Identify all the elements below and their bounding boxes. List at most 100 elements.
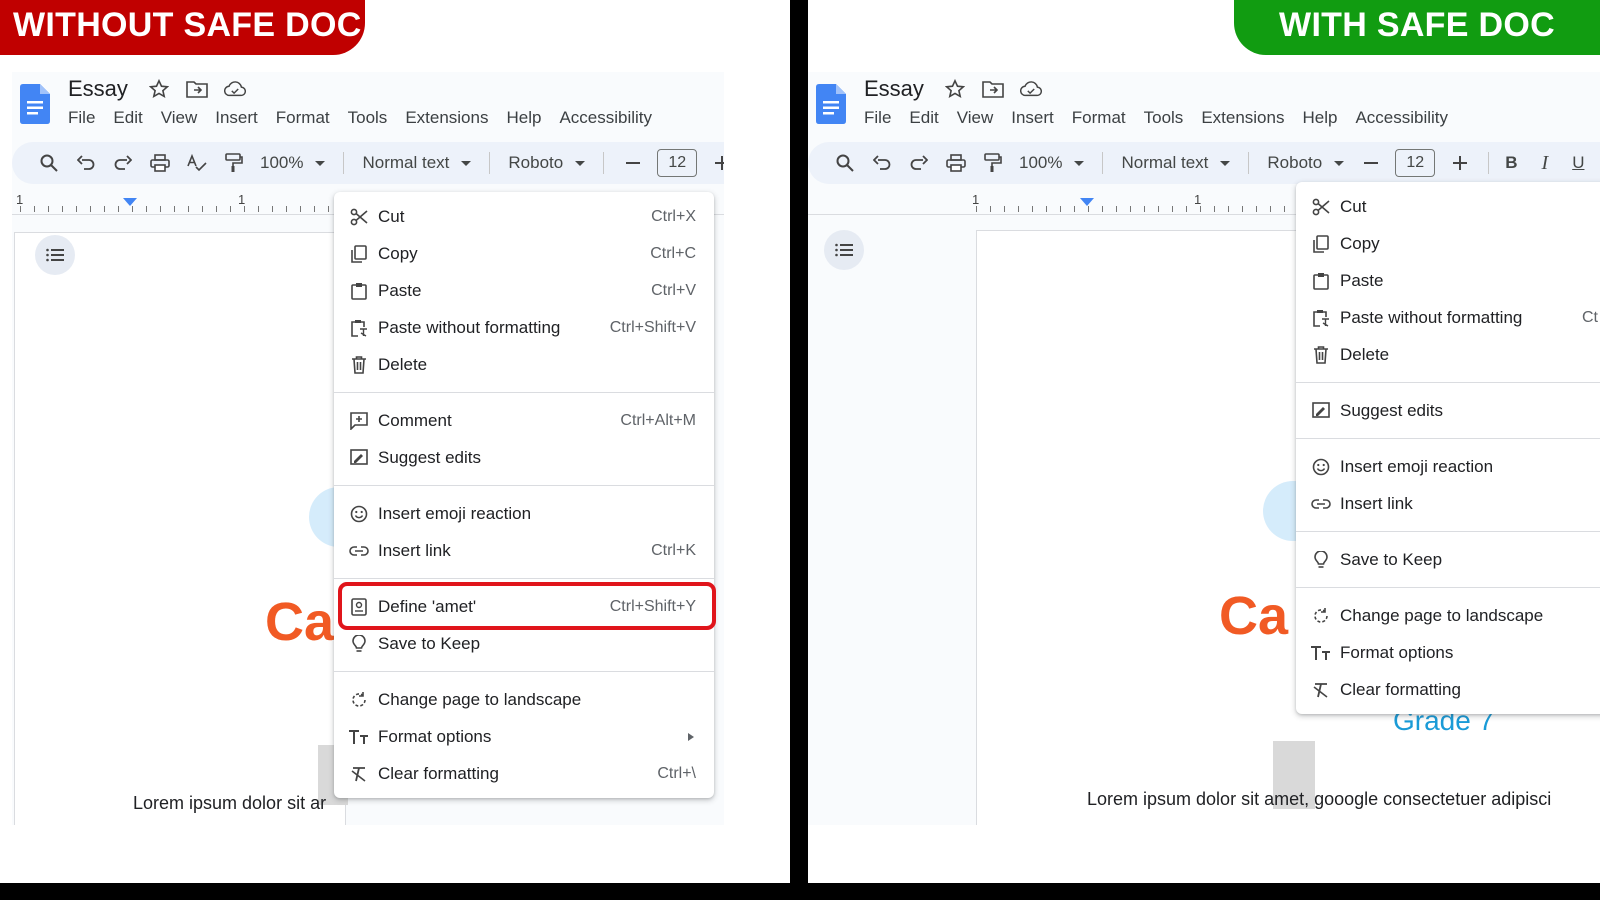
- menu-item-insert-link[interactable]: Insert link: [1296, 485, 1600, 522]
- docs-logo-icon[interactable]: [20, 84, 50, 124]
- doc-title[interactable]: Essay: [68, 76, 128, 102]
- menu-file[interactable]: File: [864, 108, 891, 128]
- menu-format[interactable]: Format: [276, 108, 330, 128]
- menu-item-label: Copy: [378, 243, 418, 263]
- redo-icon[interactable]: [900, 148, 937, 178]
- menu-item-suggest-edits[interactable]: Suggest edits: [334, 439, 714, 476]
- print-icon[interactable]: [141, 148, 178, 178]
- menu-extensions[interactable]: Extensions: [405, 108, 488, 128]
- menu-edit[interactable]: Edit: [113, 108, 142, 128]
- menu-edit[interactable]: Edit: [909, 108, 938, 128]
- menu-item-change-page-to-landscape[interactable]: Change page to landscape: [1296, 597, 1600, 634]
- print-icon[interactable]: [937, 148, 974, 178]
- menu-separator: [1296, 531, 1600, 532]
- zoom-select[interactable]: 100%: [1011, 153, 1092, 173]
- font-size-input[interactable]: 12: [657, 149, 698, 177]
- font-size-input[interactable]: 12: [1395, 149, 1436, 177]
- doc-page[interactable]: Ca Lorem ipsum dolor sit ar: [14, 232, 369, 825]
- search-icon[interactable]: [826, 148, 863, 178]
- menu-item-define-amet[interactable]: Define 'amet' Ctrl+Shift+Y: [334, 582, 716, 630]
- outline-toggle-button[interactable]: [35, 235, 75, 275]
- menu-item-format-options[interactable]: Format options: [334, 718, 714, 755]
- outline-toggle-button[interactable]: [824, 230, 864, 270]
- menu-item-paste[interactable]: Paste: [1296, 262, 1600, 299]
- doc-title[interactable]: Essay: [864, 76, 924, 102]
- cloud-status-icon[interactable]: [1019, 78, 1042, 100]
- decrease-font-size-icon[interactable]: [1352, 148, 1389, 178]
- menu-item-format-options[interactable]: Format options: [1296, 634, 1600, 671]
- move-folder-icon[interactable]: [186, 78, 208, 100]
- menu-item-comment[interactable]: Comment Ctrl+Alt+M: [334, 402, 714, 439]
- menu-item-label: Delete: [378, 354, 428, 374]
- indent-marker[interactable]: [123, 198, 137, 206]
- menu-separator: [1296, 438, 1600, 439]
- style-select[interactable]: Normal text: [354, 153, 479, 173]
- menu-item-paste[interactable]: Paste Ctrl+V: [334, 272, 714, 309]
- menu-accessibility[interactable]: Accessibility: [1355, 108, 1448, 128]
- menu-file[interactable]: File: [68, 108, 95, 128]
- menu-item-copy[interactable]: Copy Ctrl+C: [334, 235, 714, 272]
- toolbar: 100% Normal text Roboto 12 B I U: [808, 142, 1600, 184]
- menu-item-paste-without-formatting[interactable]: Paste without formatting Ct: [1296, 299, 1600, 336]
- decrease-font-size-icon[interactable]: [614, 148, 651, 178]
- zoom-select[interactable]: 100%: [252, 153, 333, 173]
- menu-view[interactable]: View: [957, 108, 994, 128]
- menu-item-label: Copy: [1340, 233, 1380, 253]
- menu-item-paste-without-formatting[interactable]: Paste without formatting Ctrl+Shift+V: [334, 309, 714, 346]
- menu-insert[interactable]: Insert: [1011, 108, 1054, 128]
- docs-window-with: Essay File Edit View Insert Format Tools…: [808, 72, 1600, 825]
- menu-separator: [1296, 587, 1600, 588]
- menu-view[interactable]: View: [161, 108, 198, 128]
- menu-item-label: Clear formatting: [1340, 679, 1461, 699]
- undo-icon[interactable]: [67, 148, 104, 178]
- menu-item-insert-emoji-reaction[interactable]: Insert emoji reaction: [1296, 448, 1600, 485]
- move-folder-icon[interactable]: [982, 78, 1004, 100]
- menu-separator: [334, 671, 714, 672]
- suggest-edit-icon: [348, 447, 370, 469]
- menu-help[interactable]: Help: [1302, 108, 1337, 128]
- docs-logo-icon[interactable]: [816, 84, 846, 124]
- menu-item-insert-link[interactable]: Insert link Ctrl+K: [334, 532, 714, 569]
- menu-item-copy[interactable]: Copy: [1296, 225, 1600, 262]
- star-icon[interactable]: [944, 78, 966, 100]
- cloud-status-icon[interactable]: [223, 78, 246, 100]
- rotate-page-icon: [348, 689, 370, 711]
- menu-item-save-to-keep[interactable]: Save to Keep: [1296, 541, 1600, 578]
- spellcheck-icon[interactable]: [178, 148, 215, 178]
- font-select[interactable]: Roboto: [500, 153, 593, 173]
- italic-button[interactable]: I: [1536, 152, 1555, 175]
- menu-tools[interactable]: Tools: [1144, 108, 1184, 128]
- menu-help[interactable]: Help: [506, 108, 541, 128]
- menu-item-change-page-to-landscape[interactable]: Change page to landscape: [334, 681, 714, 718]
- style-select[interactable]: Normal text: [1113, 153, 1238, 173]
- star-icon[interactable]: [148, 78, 170, 100]
- paint-format-icon[interactable]: [215, 148, 252, 178]
- search-icon[interactable]: [30, 148, 67, 178]
- menu-item-insert-emoji-reaction[interactable]: Insert emoji reaction: [334, 495, 714, 532]
- menu-format[interactable]: Format: [1072, 108, 1126, 128]
- menu-item-delete[interactable]: Delete: [334, 346, 714, 383]
- menu-insert[interactable]: Insert: [215, 108, 258, 128]
- menu-item-label: Clear formatting: [378, 763, 499, 783]
- underline-button[interactable]: U: [1566, 153, 1590, 173]
- undo-icon[interactable]: [863, 148, 900, 178]
- menu-item-suggest-edits[interactable]: Suggest edits: [1296, 392, 1600, 429]
- menu-accessibility[interactable]: Accessibility: [559, 108, 652, 128]
- menu-item-shortcut: Ct: [1582, 308, 1598, 326]
- redo-icon[interactable]: [104, 148, 141, 178]
- increase-font-size-icon[interactable]: [1441, 148, 1478, 178]
- increase-font-size-icon[interactable]: [703, 148, 724, 178]
- menu-item-cut[interactable]: Cut: [1296, 188, 1600, 225]
- menu-extensions[interactable]: Extensions: [1201, 108, 1284, 128]
- menu-item-delete[interactable]: Delete: [1296, 336, 1600, 373]
- menu-item-clear-formatting[interactable]: Clear formatting Ctrl+\: [334, 755, 714, 792]
- menu-item-clear-formatting[interactable]: Clear formatting: [1296, 671, 1600, 708]
- paint-format-icon[interactable]: [974, 148, 1011, 178]
- menu-item-cut[interactable]: Cut Ctrl+X: [334, 198, 714, 235]
- bold-button[interactable]: B: [1499, 153, 1523, 173]
- menu-tools[interactable]: Tools: [348, 108, 388, 128]
- menu-item-save-to-keep[interactable]: Save to Keep: [334, 625, 714, 662]
- indent-marker[interactable]: [1080, 198, 1094, 206]
- menu-item-shortcut: Ctrl+V: [651, 281, 696, 299]
- font-select[interactable]: Roboto: [1259, 153, 1352, 173]
